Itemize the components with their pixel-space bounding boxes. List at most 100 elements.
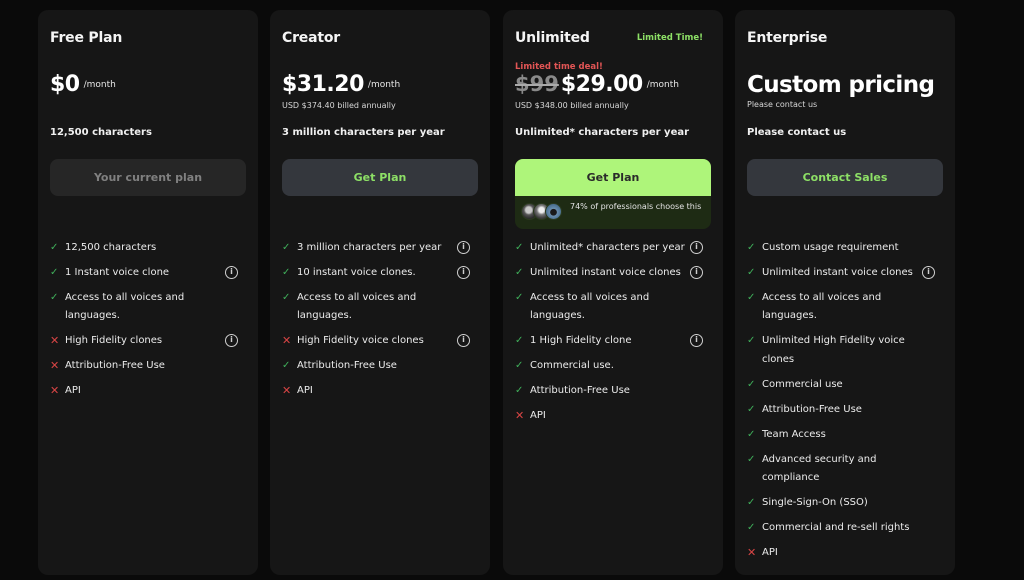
feature-item: ✓ Unlimited High Fidelity voice clones: [747, 332, 943, 369]
feature-item: ✓ Access to all voices and languages.: [282, 289, 478, 326]
feature-text: Unlimited instant voice clones: [762, 267, 913, 278]
feature-text: 3 million characters per year: [297, 242, 442, 253]
feature-item: ✓ Single-Sign-On (SSO): [747, 494, 943, 512]
info-icon[interactable]: i: [225, 266, 238, 279]
check-icon: ✓: [747, 267, 756, 278]
check-icon: ✓: [747, 453, 756, 465]
feature-item: ✓ Unlimited instant voice clones i: [515, 264, 711, 282]
feature-item: ✓ Attribution-Free Use: [747, 401, 943, 419]
feature-item: ✓ Access to all voices and languages.: [747, 289, 943, 326]
feature-item: ✓ 10 instant voice clones. i: [282, 264, 478, 282]
feature-item: ✓ Access to all voices and languages.: [50, 289, 246, 326]
plan-header: Free Plan $0 /month 12,500 characters Yo…: [50, 10, 246, 196]
info-icon[interactable]: i: [457, 266, 470, 279]
feature-text: 1 Instant voice clone: [65, 267, 170, 278]
current-plan-button[interactable]: Your current plan: [50, 159, 246, 196]
check-icon: ✓: [282, 360, 291, 372]
plan-header: Enterprise Custom pricing Please contact…: [747, 10, 943, 196]
feature-text: Access to all voices and languages.: [65, 292, 185, 322]
get-plan-button-unlimited[interactable]: Get Plan: [515, 159, 711, 196]
check-icon: ✓: [515, 335, 524, 347]
feature-text: Single-Sign-On (SSO): [762, 497, 868, 509]
limited-time-badge: Limited Time!: [636, 33, 703, 43]
check-icon: ✓: [747, 378, 756, 390]
feature-list: ✓ 3 million characters per year i ✓ 10 insta…: [282, 239, 478, 407]
feature-text: Custom usage requirement: [762, 242, 899, 253]
feature-item: ✕ API: [515, 407, 711, 425]
feature-text: Commercial use: [762, 378, 843, 390]
plan-summary: Please contact us: [747, 127, 847, 138]
plan-name: Free Plan: [50, 30, 123, 46]
feature-item: ✕ High Fidelity voice clones i: [282, 332, 478, 350]
plan-header: Creator $31.20 /month USD $374.40 billed…: [282, 10, 478, 196]
get-plan-button-creator[interactable]: Get Plan: [282, 159, 478, 196]
feature-text: Attribution-Free Use: [762, 403, 862, 415]
feature-item: ✓ Team Access: [747, 426, 943, 444]
info-icon[interactable]: i: [457, 241, 470, 254]
price: $0: [50, 72, 80, 97]
feature-text: Attribution-Free Use: [65, 360, 165, 372]
feature-item: ✓ Attribution-Free Use: [282, 357, 478, 375]
check-icon: ✓: [747, 497, 756, 509]
feature-item: ✓ Commercial use: [747, 376, 943, 394]
info-icon[interactable]: i: [922, 266, 935, 279]
info-icon[interactable]: i: [690, 334, 703, 348]
info-icon[interactable]: i: [690, 266, 703, 279]
feature-text: 1 High Fidelity clone: [530, 335, 632, 347]
feature-text: 10 instant voice clones.: [297, 267, 416, 278]
feature-text: API: [65, 385, 81, 397]
check-icon: ✓: [515, 267, 524, 278]
feature-text: Commercial and re-sell rights: [762, 522, 910, 534]
cross-icon: ✕: [282, 384, 292, 398]
info-icon[interactable]: i: [690, 241, 703, 254]
feature-text: Access to all voices and languages.: [297, 292, 417, 322]
check-icon: ✓: [50, 242, 59, 253]
feature-item: ✓ Advanced security and compliance: [747, 451, 943, 488]
check-icon: ✓: [747, 428, 756, 440]
feature-text: Attribution-Free Use: [530, 385, 630, 397]
feature-item: ✓ 1 Instant voice clone i: [50, 264, 246, 282]
info-icon[interactable]: i: [457, 334, 470, 348]
feature-text: 12,500 characters: [65, 242, 157, 253]
cross-icon: ✕: [50, 359, 60, 373]
cross-icon: ✕: [50, 334, 60, 348]
social-proof: 74% of professionals choose this: [515, 196, 711, 220]
feature-item: ✕ API: [282, 382, 478, 400]
cross-icon: ✕: [515, 409, 525, 423]
feature-text: Access to all voices and languages.: [530, 292, 650, 322]
price-row: Custom pricing: [747, 72, 935, 98]
check-icon: ✓: [50, 267, 59, 278]
check-icon: ✓: [747, 242, 756, 253]
feature-item: ✕ Attribution-Free Use: [50, 357, 246, 375]
check-icon: ✓: [515, 385, 524, 397]
plan-card-enterprise: Enterprise Custom pricing Please contact…: [735, 10, 955, 575]
feature-item: ✕ API: [50, 382, 246, 400]
feature-text: Access to all voices and languages.: [762, 292, 882, 322]
feature-item: ✕ High Fidelity clones i: [50, 332, 246, 350]
feature-item: ✕ API: [747, 544, 943, 562]
plan-summary: 3 million characters per year: [282, 127, 445, 138]
check-icon: ✓: [282, 292, 291, 303]
billing-note: USD $374.40 billed annually: [282, 101, 396, 110]
feature-text: Team Access: [762, 428, 826, 440]
feature-text: Unlimited* characters per year: [530, 242, 685, 253]
price: $29.00: [560, 72, 643, 97]
feature-item: ✓ 12,500 characters: [50, 239, 246, 257]
feature-text: API: [297, 385, 313, 397]
plan-name: Creator: [282, 30, 340, 46]
price-row: $99 $29.00 /month: [515, 72, 679, 97]
plan-card-free: Free Plan $0 /month 12,500 characters Yo…: [38, 10, 258, 575]
info-icon[interactable]: i: [225, 334, 238, 348]
feature-text: API: [530, 410, 546, 422]
feature-text: Attribution-Free Use: [297, 360, 397, 372]
feature-item: ✓ Commercial use.: [515, 357, 711, 375]
feature-item: ✓ Attribution-Free Use: [515, 382, 711, 400]
feature-list: ✓ 12,500 characters ✓ 1 Instant voice clone…: [50, 239, 246, 407]
old-price: $99: [515, 72, 559, 96]
feature-item: ✓ Access to all voices and languages.: [515, 289, 711, 326]
feature-item: ✓ 3 million characters per year i: [282, 239, 478, 257]
feature-text: High Fidelity clones: [65, 335, 163, 347]
feature-item: ✓ Commercial and re-sell rights: [747, 519, 943, 537]
contact-sales-button[interactable]: Contact Sales: [747, 159, 943, 196]
feature-item: ✓ Unlimited instant voice clones i: [747, 264, 943, 282]
